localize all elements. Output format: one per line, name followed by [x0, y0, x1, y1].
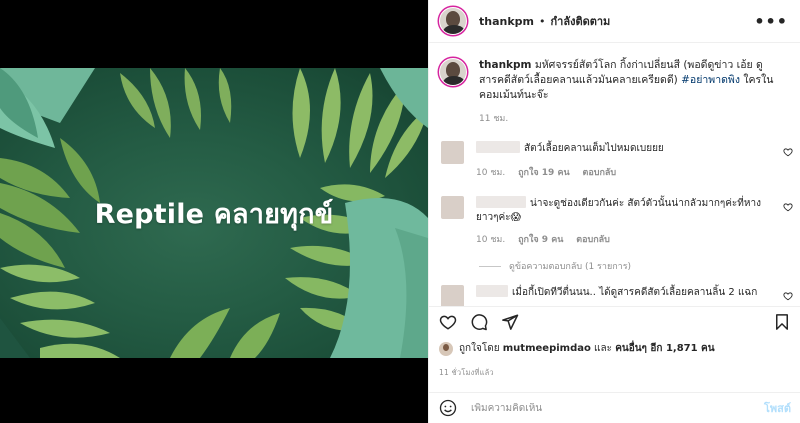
commenter-avatar[interactable] — [441, 141, 464, 164]
comment-likes[interactable]: ถูกใจ 9 คน — [518, 235, 563, 245]
reply-button[interactable]: ตอบกลับ — [583, 168, 617, 178]
post-comment-button[interactable]: โพสต์ — [764, 399, 791, 417]
comments-list[interactable]: thankpm มหัศจรรย์สัตว์โลก กิ้งก่าเปลี่ยน… — [429, 44, 800, 306]
author-username[interactable]: thankpm — [479, 15, 534, 28]
comment-body: เมื่อกี้เปิดทีวีตื่นนน.. ได้ดูสารคดีสัตว… — [476, 285, 761, 306]
author-avatar[interactable] — [439, 7, 467, 35]
instagram-post-modal: Reptile คลายทุกข์ thankpm • กำลังติดตาม … — [0, 0, 800, 423]
comment-text: เมื่อกี้เปิดทีวีตื่นนน.. ได้ดูสารคดีสัตว… — [512, 287, 758, 298]
comment-item: สัตว์เลื้อยคลานเต็มไปหมดเบยยย 10 ชม. ถูก… — [429, 141, 800, 180]
posted-time[interactable]: 11 ชั่วโมงที่แล้ว — [439, 367, 494, 379]
post-action-bar — [429, 306, 800, 336]
liker-username[interactable]: mutmeepimdao — [503, 343, 591, 354]
heart-icon[interactable] — [783, 147, 793, 157]
post-media-pane: Reptile คลายทุกข์ — [0, 0, 428, 423]
caption-time: 11 ชม. — [479, 114, 509, 124]
liker-avatar[interactable] — [439, 341, 453, 356]
comment-meta: 10 ชม. ถูกใจ 9 คน ตอบกลับ — [476, 233, 761, 247]
header-separator: • — [539, 14, 546, 28]
likes-summary: ถูกใจโดย mutmeepimdao และ คนอื่นๆ อีก 1,… — [439, 341, 715, 356]
view-replies-label: ดูข้อความตอบกลับ (1 รายการ) — [509, 262, 632, 272]
replies-divider — [479, 265, 501, 267]
view-replies-button[interactable]: ดูข้อความตอบกลับ (1 รายการ) — [479, 259, 800, 273]
post-side-panel: thankpm • กำลังติดตาม ••• thankpm มหัศจร… — [428, 0, 800, 423]
caption-body: thankpm มหัศจรรย์สัตว์โลก กิ้งก่าเปลี่ยน… — [479, 58, 779, 127]
caption-hashtag[interactable]: #อย่าพาดพิง — [681, 74, 740, 86]
comment-item: เมื่อกี้เปิดทีวีตื่นนน.. ได้ดูสารคดีสัตว… — [429, 285, 800, 306]
more-options-icon[interactable]: ••• — [754, 12, 788, 31]
reply-button[interactable]: ตอบกลับ — [576, 235, 610, 245]
redacted-username — [476, 141, 520, 153]
likes-middle: และ — [594, 343, 612, 354]
heart-icon[interactable] — [783, 291, 793, 301]
post-header: thankpm • กำลังติดตาม ••• — [429, 0, 800, 43]
emoji-icon[interactable] — [439, 399, 457, 417]
comment-body: สัตว์เลื้อยคลานเต็มไปหมดเบยยย 10 ชม. ถูก… — [476, 141, 761, 180]
bookmark-save-icon[interactable] — [773, 313, 791, 331]
caption-avatar[interactable] — [439, 58, 467, 86]
comment-meta: 10 ชม. ถูกใจ 19 คน ตอบกลับ — [476, 166, 761, 180]
comment-input[interactable] — [471, 402, 741, 414]
commenter-avatar[interactable] — [441, 196, 464, 219]
post-image-text: Reptile คลายทุกข์ — [94, 199, 334, 230]
comment-time[interactable]: 10 ชม. — [476, 168, 505, 178]
comment-item: น่าจะดูช่องเดียวกันค่ะ สัตว์ตัวนั้นน่ากล… — [429, 196, 800, 247]
redacted-username — [476, 196, 526, 208]
commenter-avatar[interactable] — [441, 285, 464, 306]
redacted-username — [476, 285, 508, 297]
caption-username[interactable]: thankpm — [479, 59, 532, 71]
likes-prefix: ถูกใจโดย — [459, 343, 500, 354]
comment-bubble-icon[interactable] — [470, 313, 488, 331]
comment-likes[interactable]: ถูกใจ 19 คน — [518, 168, 570, 178]
add-comment-bar: โพสต์ — [429, 392, 800, 423]
comment-text: สัตว์เลื้อยคลานเต็มไปหมดเบยยย — [524, 143, 664, 154]
comment-time[interactable]: 10 ชม. — [476, 235, 505, 245]
following-button[interactable]: กำลังติดตาม — [551, 12, 611, 30]
likes-others-link[interactable]: คนอื่นๆ อีก 1,871 คน — [615, 341, 714, 356]
share-send-icon[interactable] — [501, 313, 519, 331]
like-heart-icon[interactable] — [439, 313, 457, 331]
post-caption: thankpm มหัศจรรย์สัตว์โลก กิ้งก่าเปลี่ยน… — [429, 44, 800, 127]
comment-body: น่าจะดูช่องเดียวกันค่ะ สัตว์ตัวนั้นน่ากล… — [476, 196, 761, 247]
heart-icon[interactable] — [783, 202, 793, 212]
